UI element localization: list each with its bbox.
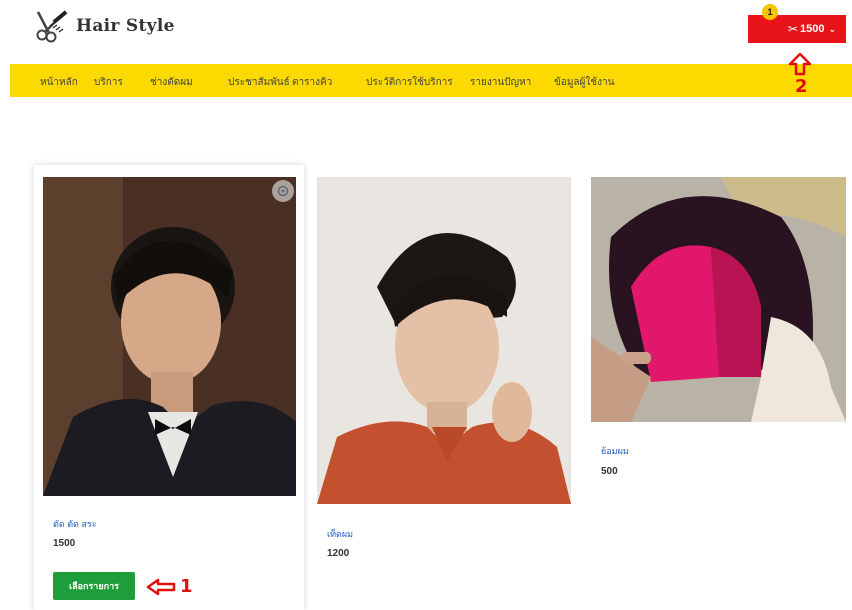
scissors-icon: ✂: [787, 22, 798, 36]
nav-item-announcements[interactable]: ประชาสัมพันธ์: [228, 75, 290, 90]
product-image[interactable]: [317, 177, 571, 504]
site-logo[interactable]: Hair Style: [34, 9, 175, 43]
product-price: 500: [601, 466, 618, 477]
annotation-number-2: 2: [795, 76, 808, 97]
nav-item-home[interactable]: หน้าหลัก: [40, 75, 78, 90]
annotation-up-arrow-icon: [788, 52, 812, 76]
product-image[interactable]: [591, 177, 846, 422]
cart-total: 1500: [799, 23, 825, 35]
product-price: 1200: [327, 548, 350, 559]
zoom-icon[interactable]: [272, 180, 294, 202]
annotation-left-arrow-icon: [146, 578, 176, 596]
product-price: 1500: [53, 538, 76, 549]
nav-item-history[interactable]: ประวัติการใช้บริการ: [366, 75, 453, 90]
logo-text: Hair Style: [76, 16, 175, 36]
product-image[interactable]: [43, 177, 296, 496]
nav-item-queue[interactable]: ตารางคิว: [292, 75, 332, 90]
nav-item-services[interactable]: บริการ: [94, 75, 123, 90]
main-nav: หน้าหลัก บริการ ช่างตัดผม ประชาสัมพันธ์ …: [10, 64, 852, 97]
scissors-comb-icon: [36, 10, 68, 43]
product-name-link[interactable]: ตัด ตัด สระ: [53, 517, 97, 531]
chevron-down-icon: ⌄: [828, 23, 836, 34]
nav-item-user-info[interactable]: ข้อมูลผู้ใช้งาน: [554, 75, 614, 90]
select-item-button[interactable]: เลือกรายการ: [53, 572, 135, 600]
nav-item-report-problem[interactable]: รายงานปัญหา: [470, 75, 531, 90]
product-name-link[interactable]: ย้อมผม: [601, 444, 629, 458]
product-name-link[interactable]: เท็ดผม: [327, 527, 353, 541]
annotation-number-1: 1: [180, 576, 193, 597]
nav-item-barbers[interactable]: ช่างตัดผม: [150, 75, 193, 90]
cart-count-badge: 1: [762, 4, 778, 20]
cart-button[interactable]: ✂ 1500 ⌄: [748, 15, 846, 43]
